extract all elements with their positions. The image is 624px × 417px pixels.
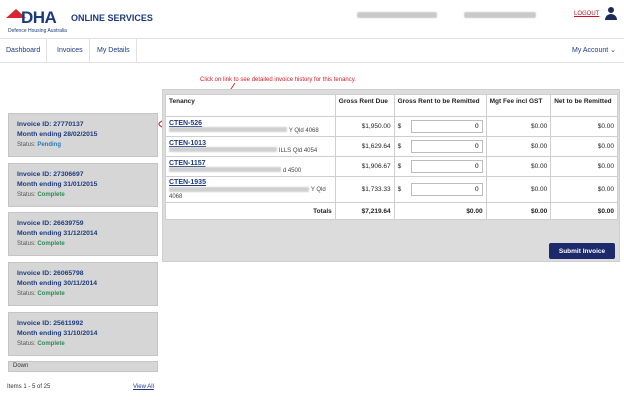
nav-dashboard[interactable]: Dashboard — [0, 39, 48, 63]
invoice-status: Status: Complete — [17, 291, 65, 297]
scroll-down-button[interactable]: Down — [8, 361, 158, 372]
table-header-row: Tenancy Gross Rent Due Gross Rent to be … — [165, 94, 618, 117]
currency-prefix: $ — [397, 163, 402, 170]
nav-invoices[interactable]: Invoices — [51, 39, 90, 63]
remit-cell: $ — [393, 116, 487, 137]
blurred-address — [169, 167, 281, 173]
invoice-id: Invoice ID: 26639759 — [17, 220, 84, 227]
tenancy-cell: CTEN-1157 d 4500 — [165, 156, 336, 177]
blurred-address — [169, 127, 287, 133]
invoice-id: Invoice ID: 27306697 — [17, 171, 84, 178]
gross-rent-remitted-input[interactable] — [410, 183, 483, 196]
tenancy-address: Y Qld — [310, 187, 326, 193]
net-remitted: $0.00 — [550, 136, 618, 157]
invoice-card[interactable]: Invoice ID: 26065798 Month ending 30/11/… — [8, 262, 158, 306]
mgt-fee: $0.00 — [485, 116, 552, 137]
invoice-card[interactable]: Invoice ID: 27306697 Month ending 31/01/… — [8, 163, 158, 207]
currency-prefix: $ — [397, 143, 402, 150]
tenancy-cell: CTEN-1935 Y Qld 4068 — [165, 176, 336, 203]
mgt-fee: $0.00 — [485, 136, 552, 157]
remit-cell: $ — [393, 176, 487, 203]
invoice-id: Invoice ID: 27770137 — [17, 121, 84, 128]
logo-text: DHA — [21, 8, 57, 27]
col-mgt-fee: Mgt Fee incl GST — [485, 94, 552, 117]
invoice-id: Invoice ID: 26065798 — [17, 270, 84, 277]
gross-rent-due: $1,950.00 — [334, 116, 395, 137]
table-row: CTEN-526 Y Qld 4068 $1,950.00 $ $0.00 $0… — [165, 116, 618, 137]
total-mgt-fee: $0.00 — [485, 202, 552, 220]
invoice-month: Month ending 31/10/2014 — [17, 330, 98, 337]
logo-subtitle: Defence Housing Australia — [8, 28, 67, 34]
invoice-id: Invoice ID: 25611992 — [17, 320, 84, 327]
col-tenancy: Tenancy — [165, 94, 336, 117]
tenancy-link[interactable]: CTEN-1157 — [169, 160, 206, 167]
net-remitted: $0.00 — [550, 116, 618, 137]
blurred-user-email — [464, 12, 536, 18]
invoice-card[interactable]: Invoice ID: 26639759 Month ending 31/12/… — [8, 212, 158, 256]
currency-prefix: $ — [397, 186, 402, 193]
tenancy-address-line2: 4068 — [169, 194, 183, 200]
currency-prefix: $ — [397, 123, 402, 130]
tenancy-link[interactable]: CTEN-1013 — [169, 140, 206, 147]
invoice-status: Status: Complete — [17, 192, 65, 198]
invoice-month: Month ending 30/11/2014 — [17, 280, 98, 287]
submit-invoice-button[interactable]: Submit Invoice — [549, 243, 615, 259]
view-all-link[interactable]: View All — [133, 384, 154, 390]
tenancy-link[interactable]: CTEN-1935 — [169, 179, 206, 186]
table-row: CTEN-1157 d 4500 $1,906.67 $ $0.00 $0.00 — [165, 156, 618, 177]
net-remitted: $0.00 — [550, 156, 618, 177]
tenancy-address: ILLS Qld 4054 — [278, 147, 318, 154]
items-count: Items 1 - 5 of 25 — [7, 384, 51, 390]
table-row: CTEN-1935 Y Qld 4068 $1,733.33 $ $0.00 $… — [165, 176, 618, 203]
invoice-status: Status: Pending — [17, 142, 62, 148]
totals-label: Totals — [165, 202, 336, 220]
net-remitted: $0.00 — [550, 176, 618, 203]
logout-link[interactable]: LOGOUT — [574, 11, 599, 17]
col-gross-rent-remitted: Gross Rent to be Remitted — [393, 94, 487, 117]
total-gross-rent-due: $7,219.64 — [334, 202, 395, 220]
tenancy-address: d 4500 — [282, 167, 302, 174]
blurred-header-text — [357, 12, 437, 18]
invoice-month: Month ending 31/01/2015 — [17, 181, 98, 188]
annotation-text: Click on link to see detailed invoice hi… — [200, 77, 356, 83]
dha-logo: DHA Defence Housing Australia — [6, 5, 68, 35]
col-net-remitted: Net to be Remitted — [550, 94, 618, 117]
remit-cell: $ — [393, 156, 487, 177]
tenancy-address: Y Qld 4068 — [288, 127, 319, 134]
gross-rent-due: $1,906.67 — [334, 156, 395, 177]
blurred-address — [169, 147, 277, 153]
invoice-status: Status: Complete — [17, 241, 65, 247]
my-account-menu[interactable]: My Account ⌄ — [572, 39, 616, 63]
gross-rent-due: $1,629.64 — [334, 136, 395, 157]
mgt-fee: $0.00 — [485, 176, 552, 203]
total-gross-rent-remitted: $0.00 — [393, 202, 487, 220]
tenancy-cell: CTEN-526 Y Qld 4068 — [165, 116, 336, 137]
remit-cell: $ — [393, 136, 487, 157]
totals-row: Totals $7,219.64 $0.00 $0.00 $0.00 — [165, 202, 618, 220]
nav-my-details[interactable]: My Details — [91, 39, 137, 63]
tenancy-link[interactable]: CTEN-526 — [169, 120, 202, 127]
total-net-remitted: $0.00 — [550, 202, 618, 220]
gross-rent-remitted-input[interactable] — [410, 140, 483, 153]
gross-rent-due: $1,733.33 — [334, 176, 395, 203]
gross-rent-remitted-input[interactable] — [410, 160, 483, 173]
col-gross-rent-due: Gross Rent Due — [334, 94, 395, 117]
table-row: CTEN-1013 ILLS Qld 4054 $1,629.64 $ $0.0… — [165, 136, 618, 157]
invoice-card[interactable]: Invoice ID: 25611992 Month ending 31/10/… — [8, 312, 158, 356]
blurred-address — [169, 186, 309, 192]
tenancy-table: Tenancy Gross Rent Due Gross Rent to be … — [165, 94, 618, 220]
invoice-month: Month ending 28/02/2015 — [17, 131, 98, 138]
invoice-card[interactable]: Invoice ID: 27770137 Month ending 28/02/… — [8, 113, 158, 157]
invoice-detail-panel: Tenancy Gross Rent Due Gross Rent to be … — [162, 89, 620, 262]
invoice-status: Status: Complete — [17, 341, 65, 347]
mgt-fee: $0.00 — [485, 156, 552, 177]
brand-title: ONLINE SERVICES — [71, 13, 153, 23]
main-nav: Dashboard Invoices My Details My Account… — [0, 38, 624, 63]
invoice-month: Month ending 31/12/2014 — [17, 230, 98, 237]
user-icon[interactable] — [605, 7, 617, 21]
tenancy-cell: CTEN-1013 ILLS Qld 4054 — [165, 136, 336, 157]
gross-rent-remitted-input[interactable] — [410, 120, 483, 133]
